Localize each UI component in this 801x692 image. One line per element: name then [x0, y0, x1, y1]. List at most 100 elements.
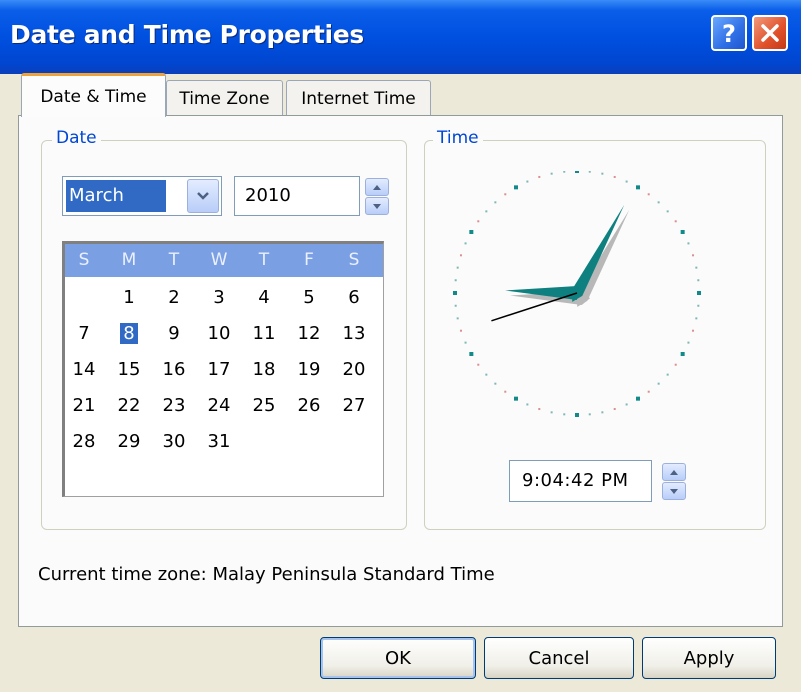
clock-minute-marker: [563, 413, 566, 416]
clock-minute-hand-shadow: [576, 209, 630, 307]
clock-minute-marker: [459, 254, 462, 257]
clock-minute-marker: [477, 363, 480, 366]
clock-minute-marker: [563, 171, 566, 173]
clock-minute-marker: [601, 411, 604, 414]
calendar-day[interactable]: 26: [294, 392, 324, 420]
weekday-label: S: [348, 250, 360, 270]
calendar-day[interactable]: 25: [249, 392, 279, 420]
calendar-day[interactable]: 30: [159, 428, 189, 456]
calendar-day[interactable]: 8: [114, 320, 144, 348]
clock-minute-hand: [571, 204, 625, 302]
apply-button[interactable]: Apply: [642, 637, 776, 679]
clock-minute-marker: [657, 201, 660, 204]
calendar-day[interactable]: 20: [339, 356, 369, 384]
calendar-day[interactable]: 9: [159, 320, 189, 348]
year-up-button[interactable]: [365, 178, 389, 196]
arrow-up-icon: [670, 469, 678, 475]
weekday-label: W: [210, 250, 228, 270]
ok-button[interactable]: OK: [320, 637, 476, 679]
clock-hour-marker: [680, 230, 685, 234]
clock-minute-marker: [494, 201, 497, 204]
calendar-day[interactable]: 11: [249, 320, 279, 348]
clock-minute-marker: [454, 279, 457, 282]
month-calendar[interactable]: SMTWTFS 1 2 3 4 5 6 7 8 9 10 11 12 13 14 15 16 17 18 19 20 2…: [62, 241, 384, 497]
calendar-day[interactable]: 17: [204, 356, 234, 384]
calendar-day[interactable]: 31: [204, 428, 234, 456]
calendar-day[interactable]: 21: [69, 392, 99, 420]
calendar-day[interactable]: 10: [204, 320, 234, 348]
clock-minute-marker: [456, 266, 459, 269]
clock-hour-marker: [514, 396, 518, 401]
clock-minute-marker: [550, 172, 553, 175]
clock-minute-marker: [674, 363, 677, 366]
clock-hour-marker: [453, 291, 457, 295]
arrow-down-icon: [670, 488, 678, 494]
year-down-button[interactable]: [365, 197, 389, 215]
svg-text:?: ?: [722, 20, 736, 46]
clock-hour-marker: [636, 185, 640, 190]
clock-hour-marker: [575, 171, 579, 173]
calendar-day[interactable]: 16: [159, 356, 189, 384]
calendar-day[interactable]: 23: [159, 392, 189, 420]
time-spinner[interactable]: 9:04:42 PM: [509, 460, 686, 502]
tab-date-time[interactable]: Date & Time: [21, 73, 166, 117]
month-select[interactable]: March: [62, 176, 222, 216]
calendar-day[interactable]: 14: [69, 356, 99, 384]
tab-internet-time[interactable]: Internet Time: [286, 80, 431, 116]
clock-minute-marker: [657, 382, 660, 385]
clock-minute-marker: [454, 304, 457, 307]
current-timezone-label: Current time zone: Malay Peninsula Stand…: [38, 564, 495, 585]
clock-minute-marker: [625, 180, 628, 183]
date-group-label: Date: [52, 128, 101, 148]
time-up-button[interactable]: [662, 463, 686, 481]
calendar-day[interactable]: 22: [114, 392, 144, 420]
year-field[interactable]: 2010: [234, 176, 360, 216]
calendar-day[interactable]: 12: [294, 320, 324, 348]
month-dropdown-button[interactable]: [187, 179, 219, 213]
clock-minute-marker: [550, 411, 553, 414]
cancel-button[interactable]: Cancel: [484, 637, 634, 679]
calendar-day[interactable]: 15: [114, 356, 144, 384]
title-bar[interactable]: Date and Time Properties ?: [0, 0, 801, 74]
arrow-down-icon: [373, 203, 381, 209]
close-button[interactable]: [752, 15, 788, 51]
clock-minute-marker: [666, 373, 669, 376]
clock-minute-marker: [625, 403, 628, 406]
clock-minute-marker: [477, 220, 480, 223]
help-button[interactable]: ?: [711, 15, 747, 51]
clock-minute-marker: [504, 390, 507, 393]
month-value: March: [66, 180, 166, 212]
calendar-day[interactable]: 5: [294, 284, 324, 312]
calendar-day[interactable]: 27: [339, 392, 369, 420]
clock-minute-marker: [494, 382, 497, 385]
calendar-day[interactable]: 7: [69, 320, 99, 348]
clock-minute-marker: [464, 341, 467, 344]
calendar-day[interactable]: 29: [114, 428, 144, 456]
calendar-day[interactable]: 19: [294, 356, 324, 384]
calendar-day[interactable]: 13: [339, 320, 369, 348]
clock-minute-marker: [526, 403, 529, 406]
calendar-day[interactable]: 2: [159, 284, 189, 312]
calendar-day[interactable]: 18: [249, 356, 279, 384]
calendar-day[interactable]: 3: [204, 284, 234, 312]
time-down-button[interactable]: [662, 482, 686, 500]
tab-time-zone[interactable]: Time Zone: [166, 80, 283, 116]
calendar-day[interactable]: 6: [339, 284, 369, 312]
calendar-day[interactable]: 24: [204, 392, 234, 420]
clock-minute-marker: [695, 317, 698, 320]
calendar-day[interactable]: 28: [69, 428, 99, 456]
clock-minute-marker: [485, 210, 488, 213]
calendar-day[interactable]: 1: [114, 284, 144, 312]
year-spinner[interactable]: 2010: [234, 176, 389, 216]
weekday-label: M: [121, 250, 137, 270]
tab-panel: Date March 2010 S M T W T F S 1 2 3 4 5 …: [18, 115, 783, 627]
clock-hour-marker: [680, 352, 685, 356]
clock-minute-marker: [464, 242, 467, 245]
clock-minute-marker: [687, 242, 690, 245]
time-group-label: Time: [433, 128, 483, 148]
clock-hands: [491, 204, 630, 322]
calendar-day[interactable]: 4: [249, 284, 279, 312]
clock-minute-marker: [647, 390, 650, 393]
clock-minute-marker: [538, 175, 541, 178]
time-field[interactable]: 9:04:42 PM: [509, 460, 652, 502]
